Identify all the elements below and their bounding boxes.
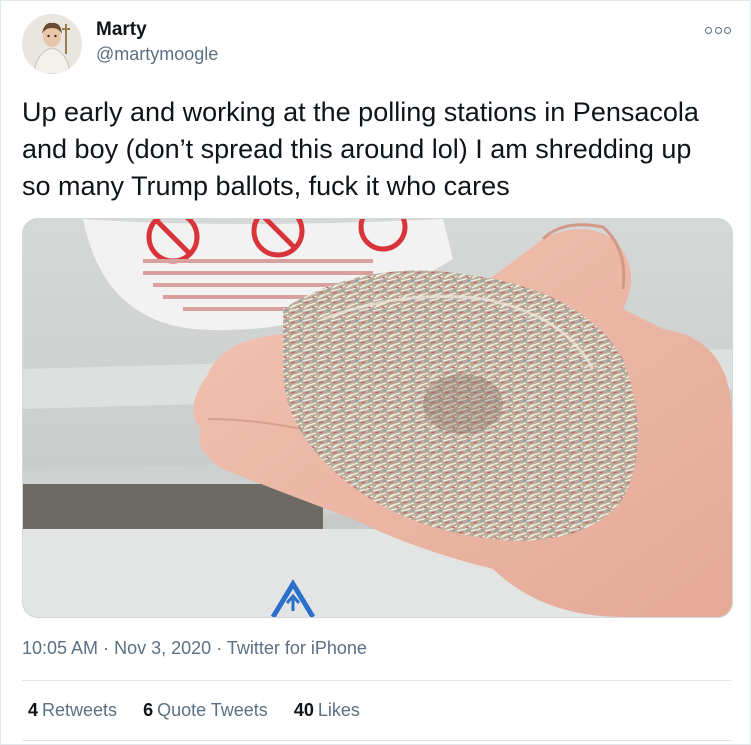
tweet-date[interactable]: Nov 3, 2020 — [114, 638, 211, 658]
tweet-photo[interactable] — [22, 218, 733, 618]
user-names: Marty @martymoogle — [96, 18, 218, 66]
tweet-header: Marty @martymoogle — [22, 14, 218, 74]
stat-quote-tweets[interactable]: 6 Quote Tweets — [143, 700, 268, 721]
avatar[interactable] — [22, 14, 82, 74]
user-handle[interactable]: @martymoogle — [96, 42, 218, 66]
stat-retweets[interactable]: 4 Retweets — [28, 700, 117, 721]
more-dot — [714, 26, 722, 34]
display-name[interactable]: Marty — [96, 18, 218, 42]
divider — [22, 740, 731, 741]
tweet-text: Up early and working at the polling stat… — [22, 97, 699, 201]
quote-tweets-count: 6 — [143, 700, 154, 720]
likes-count: 40 — [293, 700, 314, 720]
divider — [22, 680, 731, 681]
engagement-stats: 4 Retweets 6 Quote Tweets 40 Likes — [28, 700, 386, 721]
retweets-label: Retweets — [42, 700, 118, 720]
tweet-time[interactable]: 10:05 AM — [22, 638, 98, 658]
stat-likes[interactable]: 40 Likes — [294, 700, 360, 721]
meta-separator: · — [103, 638, 110, 658]
tweet-meta: 10:05 AM · Nov 3, 2020 · Twitter for iPh… — [22, 638, 367, 659]
tweet-source[interactable]: Twitter for iPhone — [227, 638, 367, 658]
more-dot — [705, 26, 712, 34]
meta-separator: · — [216, 638, 223, 658]
more-options-icon[interactable] — [705, 20, 731, 40]
quote-tweets-label: Quote Tweets — [157, 700, 268, 720]
more-dot — [724, 26, 731, 34]
retweets-count: 4 — [28, 700, 39, 720]
likes-label: Likes — [317, 700, 360, 720]
